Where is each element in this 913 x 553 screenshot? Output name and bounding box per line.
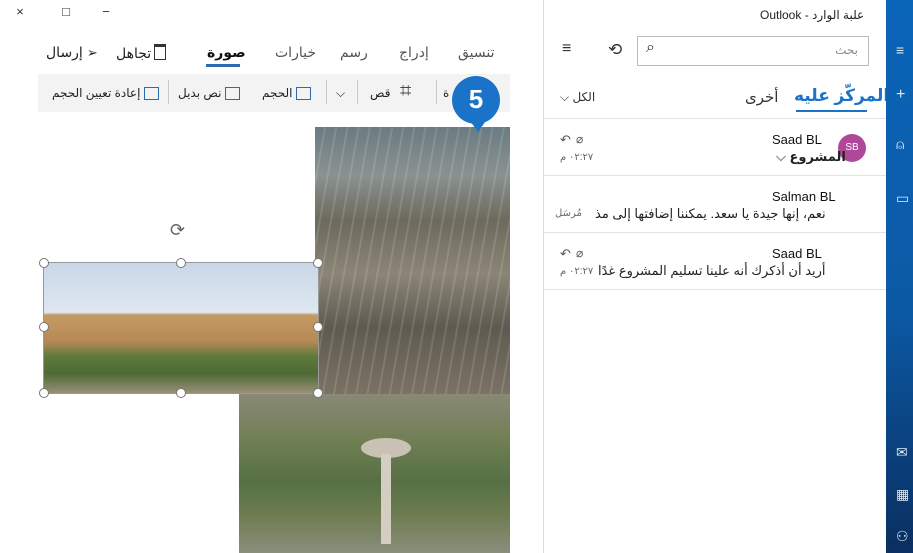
message-status: مُرسَل [555,208,582,219]
people-icon[interactable]: ⚇ [896,528,909,545]
message-subject: المشروع ⌵ [776,149,846,165]
minimize-window-button[interactable]: − [96,4,116,19]
send-button[interactable]: ➢إرسال [46,44,98,61]
size-icon [296,87,312,101]
size-label: الحجم [262,86,293,100]
ribbon-divider [168,80,169,104]
discard-button[interactable]: تجاهل [116,44,167,62]
app-nav-rail [886,0,913,553]
filter-label: الكل [572,90,596,104]
search-input[interactable]: بحث [835,43,858,57]
rotate-handle-icon[interactable]: ⟳ [170,220,185,241]
reply-icon: ↶ [560,246,571,261]
discard-label: تجاهل [116,45,152,61]
alt-text-label: نص بديل [178,86,222,100]
ribbon-divider [357,80,358,104]
send-label: إرسال [46,44,83,60]
close-window-button[interactable]: × [10,4,30,19]
crop-icon[interactable]: ⌗ [400,80,411,103]
attachment-icon: ⌀ [576,132,584,146]
resize-handle[interactable] [39,322,49,332]
step-badge: 5 [452,76,500,124]
chevron-down-icon: ⌵ [560,90,570,104]
active-tab-indicator [206,64,240,67]
message-time: ٠٢:٢٧ م [560,152,594,163]
message-sender: Saad BL [772,246,822,261]
maximize-window-button[interactable]: □ [56,4,76,19]
tab-other[interactable]: أخرى [745,88,778,106]
message-item[interactable] [544,233,886,289]
rotate-partial-label[interactable]: ة [443,86,449,100]
trash-icon [154,44,167,60]
filter-list-icon[interactable]: ≡ [562,40,571,58]
attachment-icon: ⌀ [576,246,584,260]
focused-tab-underline [796,110,867,112]
ribbon-divider [436,80,437,104]
window-title: علبة الوارد - Outlook [760,8,865,22]
menu-icon[interactable]: ≡ [896,42,904,58]
filter-dropdown[interactable]: الكل ⌵ [560,90,595,105]
resize-handle[interactable] [39,258,49,268]
alt-text-icon [225,87,241,101]
message-sender: Saad BL [772,132,822,147]
resize-handle[interactable] [176,258,186,268]
resize-handle[interactable] [313,322,323,332]
tab-options[interactable]: خيارات [275,44,316,61]
crop-button[interactable]: قص [370,86,390,100]
reset-size-label: إعادة تعيين الحجم [52,86,141,100]
alt-text-button[interactable]: نص بديل [178,86,241,101]
tab-focused[interactable]: المركّز عليه [794,86,889,106]
reset-size-icon [144,87,160,101]
sync-icon[interactable]: ⟲ [608,40,622,60]
message-item[interactable] [544,119,886,175]
search-box[interactable]: بحث ⌕ [637,36,869,66]
subject-text: المشروع [789,149,846,164]
mail-icon[interactable]: ✉ [896,444,908,461]
water-tower-park-image[interactable] [239,394,510,553]
tab-draw[interactable]: رسم [340,44,368,61]
riyadh-city-aerial-image[interactable] [315,127,510,394]
water-tower-stem [381,454,391,544]
ribbon-divider [326,80,327,104]
chevron-down-icon[interactable]: ⌵ [776,149,786,164]
account-icon[interactable]: ⍝ [896,136,904,153]
divider [544,289,886,290]
resize-handle[interactable] [313,258,323,268]
search-icon[interactable]: ⌕ [646,39,655,57]
message-item[interactable] [544,176,886,232]
resize-handle[interactable] [176,388,186,398]
send-icon: ➢ [86,45,98,60]
tab-picture[interactable]: صورة [207,44,246,61]
tab-insert[interactable]: إدراج [399,44,429,61]
message-preview: نعم، إنها جيدة يا سعد. يمكننا إضافتها إل… [595,206,826,221]
message-time: ٠٢:٢٧ م [560,266,594,277]
reply-icon: ↶ [560,132,571,147]
reset-size-button[interactable]: إعادة تعيين الحجم [52,86,160,101]
resize-handle[interactable] [39,388,49,398]
chevron-down-icon[interactable]: ⌵ [336,86,345,101]
new-mail-icon[interactable]: + [896,86,905,104]
tab-format[interactable]: تنسيق [458,44,495,61]
size-button[interactable]: الحجم [262,86,312,101]
step-badge-pointer [468,118,488,132]
message-preview: أريد أن أذكرك أنه علينا تسليم المشروع غد… [598,263,826,278]
crop-label: قص [370,86,391,100]
message-sender: Salman BL [772,189,836,204]
folder-icon[interactable]: ▭ [896,190,909,207]
resize-handle[interactable] [313,388,323,398]
calendar-icon[interactable]: ▦ [896,486,909,503]
masmak-fort-image[interactable] [43,262,319,394]
